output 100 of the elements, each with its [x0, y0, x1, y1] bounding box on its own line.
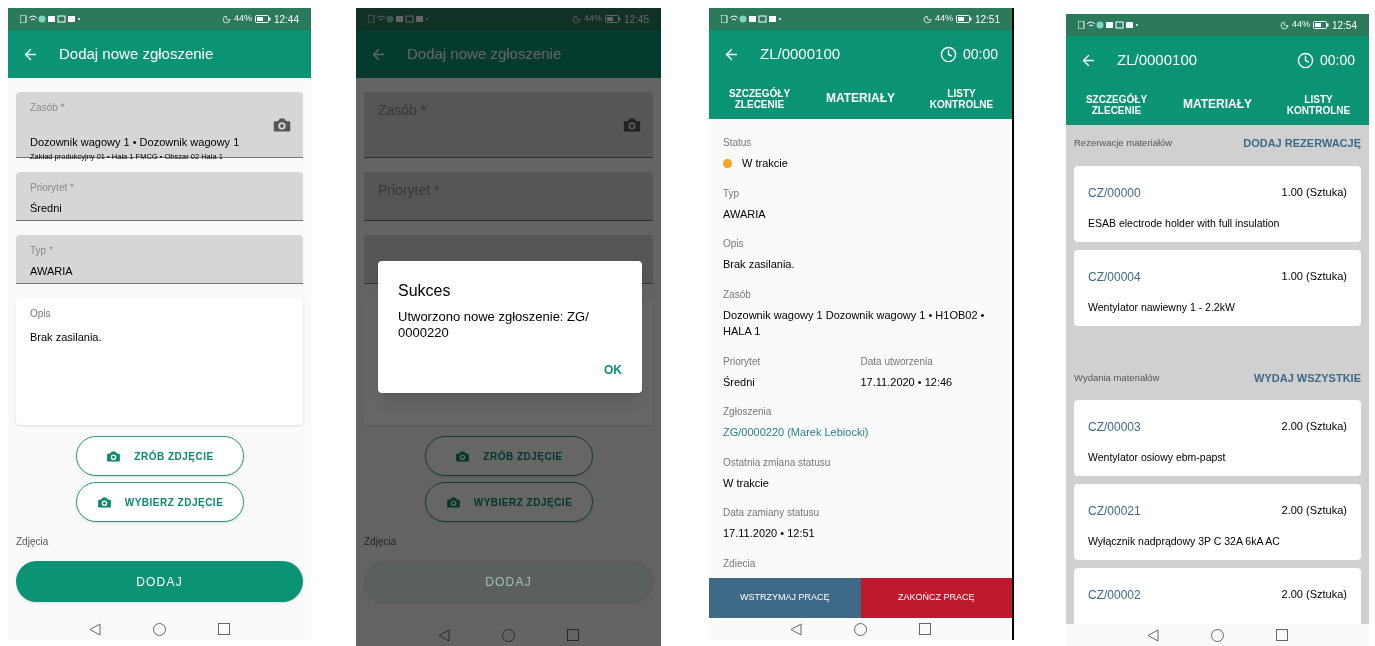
field-label: Opis [30, 307, 52, 321]
tab[interactable]: SZCZEGÓŁY ZLECENIE [719, 87, 800, 110]
timer-text: 00:00 [962, 44, 998, 64]
material-card[interactable]: CZ/00000 1.00 (Sztuka) ESAB electrode holder with full insulation [1074, 165, 1361, 242]
material-quantity: 2.00 (Sztuka) [1281, 503, 1347, 518]
back-triangle-icon[interactable] [89, 622, 101, 636]
detail-label: Ostatnia zmiana statusu [723, 455, 832, 470]
home-circle-icon[interactable] [1211, 628, 1224, 642]
select-field[interactable]: Priorytet * Średni [16, 172, 303, 221]
photo-button[interactable]: WYBIERZ ZDJĘCIE [75, 482, 244, 522]
moon-icon [221, 14, 231, 24]
notification-icons-drawing [1078, 21, 1140, 29]
back-triangle-icon[interactable] [438, 628, 450, 642]
battery-percent: 44% [1291, 18, 1310, 32]
detail-label: Typ [723, 186, 741, 201]
clock-icon [939, 45, 957, 63]
material-card[interactable]: CZ/00002 2.00 (Sztuka) [1074, 568, 1361, 624]
field-value: Średni [30, 201, 63, 216]
clock-time: 12:44 [273, 12, 299, 27]
camera-icon [444, 493, 462, 511]
detail-label: Opis [723, 237, 745, 251]
clock-time: 12:54 [1331, 18, 1357, 33]
material-card[interactable]: CZ/00004 1.00 (Sztuka) Wentylator nawiewny 1 - 2.2kW [1074, 249, 1361, 326]
notification-icons-drawing [721, 15, 783, 23]
screen-title: Dodaj nowe zgłoszenie [59, 43, 214, 64]
dialog-title: Sukces [398, 281, 452, 301]
description-field[interactable]: Opis Brak zasilania. [16, 298, 303, 425]
photo-button[interactable]: ZRÓB ZDJĘCIE [75, 436, 244, 476]
add-button[interactable]: DODAJ [16, 561, 303, 602]
camera-icon [95, 493, 113, 511]
material-name: Wentylator nawiewny 1 - 2.2kW [1088, 299, 1236, 315]
notification-icons-drawing [20, 15, 82, 23]
notification-icons-drawing [368, 15, 430, 23]
material-name: Wyłącznik nadprądowy 3P C 32A 6kA AC [1088, 534, 1281, 549]
detail-value: Średni [723, 374, 756, 390]
select-field[interactable]: Typ * AWARIA [16, 235, 303, 284]
moon-icon [1279, 20, 1289, 30]
dialog-message: Utworzono nowe zgłoszenie: ZG/ 0000220 [398, 309, 590, 341]
clock-time: 12:51 [974, 12, 1000, 27]
square-icon[interactable] [567, 629, 579, 641]
battery-percent: 44% [583, 12, 602, 26]
camera-icon [105, 447, 123, 465]
square-icon[interactable] [1276, 629, 1288, 641]
material-card[interactable]: CZ/00003 2.00 (Sztuka) Wentylator osiowy ebm-papst [1074, 400, 1361, 476]
action-button[interactable]: ZAKOŃCZ PRACĘ [860, 578, 1012, 618]
home-circle-icon[interactable] [854, 622, 867, 636]
back-triangle-icon[interactable] [1147, 628, 1159, 642]
moon-icon [571, 14, 581, 24]
clock-icon [1296, 51, 1314, 69]
material-quantity: 2.00 (Sztuka) [1281, 419, 1347, 434]
tab[interactable]: MATERIAŁY [810, 93, 911, 104]
detail-label: Data zamiany statusu [723, 506, 821, 520]
material-code: CZ/00002 [1088, 587, 1141, 604]
ok-button[interactable]: OK [604, 361, 622, 379]
tab[interactable]: LISTY KONTROLNE [1278, 93, 1359, 116]
screen-title: ZL/0000100 [760, 43, 841, 64]
material-quantity: 1.00 (Sztuka) [1281, 268, 1347, 284]
tab[interactable]: MATERIAŁY [1167, 99, 1268, 110]
action-button[interactable]: WSTRZYMAJ PRACĘ [709, 578, 861, 618]
clock-time: 12:45 [623, 12, 649, 27]
field-value: Dozownik wagowy 1 • Dozownik wagowy 1 [30, 135, 241, 150]
detail-label: Zdiecia [723, 556, 757, 571]
section-action-link[interactable]: WYDAJ WSZYSTKIE [1254, 369, 1361, 386]
photo-button[interactable]: WYBIERZ ZDJĘCIE [424, 482, 593, 522]
field-value: Brak zasilania. [30, 330, 103, 345]
back-triangle-icon[interactable] [790, 622, 802, 636]
report-link[interactable]: ZG/0000220 (Marek Lebiocki) [723, 424, 998, 441]
material-name: ESAB electrode holder with full insulation [1088, 215, 1281, 231]
battery-percent: 44% [233, 12, 252, 26]
home-circle-icon[interactable] [153, 622, 166, 636]
camera-icon [454, 447, 472, 465]
photo-button[interactable]: ZRÓB ZDJĘCIE [424, 436, 593, 476]
battery-icon [1312, 21, 1329, 29]
battery-icon [604, 15, 621, 23]
screen-title: ZL/0000100 [1117, 49, 1198, 70]
detail-value: Dozownik wagowy 1 Dozownik wagowy 1 • H1OB02 • HALA 1 [723, 307, 986, 339]
moon-icon [922, 14, 932, 24]
material-code: CZ/00000 [1088, 184, 1141, 202]
photos-label: Zdjęcia [16, 535, 50, 549]
tab[interactable]: LISTY KONTROLNE [921, 87, 1002, 110]
battery-icon [955, 15, 972, 23]
detail-value: Brak zasilania. [723, 257, 796, 272]
field-label: Priorytet * [30, 181, 75, 195]
home-circle-icon[interactable] [502, 628, 515, 642]
field-value: AWARIA [30, 264, 74, 279]
detail-value: 17.11.2020 • 12:46 [860, 374, 954, 390]
tab[interactable]: SZCZEGÓŁY ZLECENIE [1076, 93, 1157, 116]
section-action-link[interactable]: DODAJ REZERWACJĘ [1243, 135, 1361, 152]
material-card[interactable]: CZ/00021 2.00 (Sztuka) Wyłącznik nadprądowy 3P C 32A 6kA AC [1074, 484, 1361, 560]
square-icon[interactable] [919, 623, 931, 635]
timer-text: 00:00 [1319, 50, 1355, 70]
photos-label: Zdjęcia [364, 535, 398, 549]
detail-value: 17.11.2020 • 12:51 [723, 526, 816, 541]
detail-label: Status [723, 136, 753, 150]
detail-label: Zasób [723, 287, 752, 302]
field-label: Typ * [30, 244, 54, 258]
detail-value: AWARIA [723, 206, 767, 222]
material-code: CZ/00021 [1088, 503, 1141, 520]
square-icon[interactable] [218, 623, 230, 635]
section-title: Wydania materiałów [1074, 370, 1160, 385]
